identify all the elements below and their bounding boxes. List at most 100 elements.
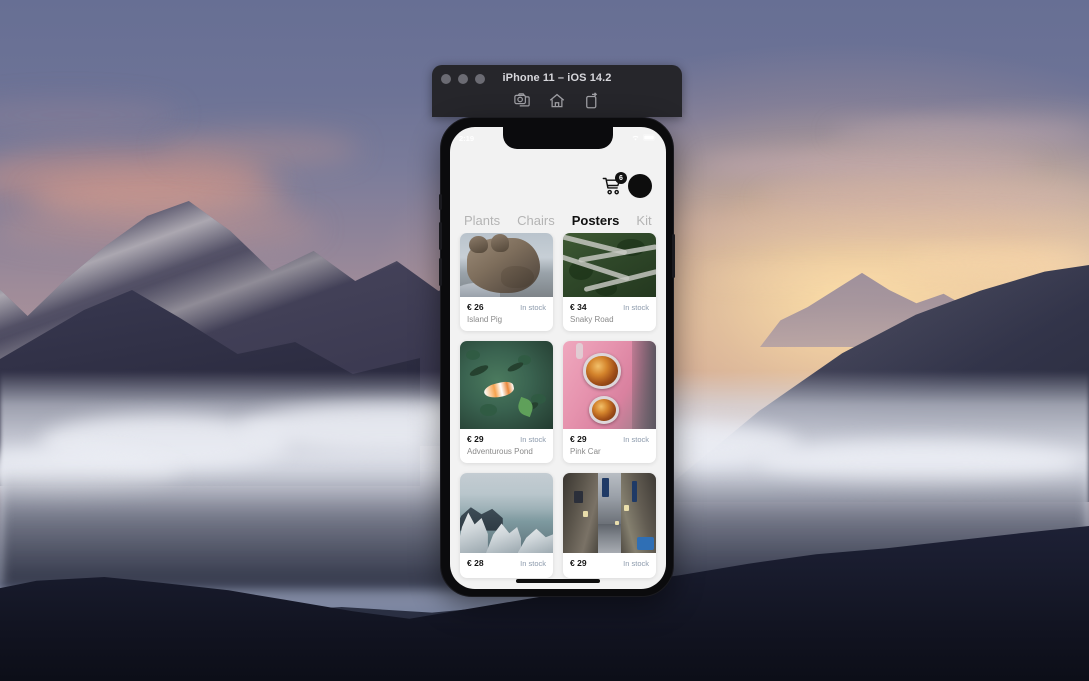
product-thumbnail bbox=[563, 473, 656, 553]
street-sign-2 bbox=[631, 481, 638, 502]
product-stock-status: In stock bbox=[520, 435, 546, 444]
product-stock-status: In stock bbox=[623, 435, 649, 444]
chrome-trim bbox=[576, 342, 584, 359]
lily-pad-3 bbox=[480, 404, 498, 416]
tab-posters[interactable]: Posters bbox=[572, 213, 620, 228]
product-grid: € 26 In stock Island Pig € 34 In stock S… bbox=[450, 233, 666, 589]
car-shadow-side bbox=[631, 341, 656, 429]
header-actions: 6 bbox=[602, 172, 652, 198]
product-price-row: € 29 In stock bbox=[570, 434, 649, 444]
hamburger-menu-icon[interactable] bbox=[464, 185, 482, 188]
product-name: Island Pig bbox=[467, 315, 503, 324]
device-notch bbox=[503, 127, 613, 149]
adventurous-pond-image bbox=[460, 341, 553, 429]
cloud-warm-3 bbox=[660, 215, 1089, 241]
pink-car-image bbox=[563, 341, 656, 429]
product-card[interactable]: € 29 In stock Adventurous Pond bbox=[460, 341, 553, 463]
shop-light-1 bbox=[583, 511, 589, 517]
cloud-pink-4 bbox=[160, 132, 360, 166]
product-price: € 29 bbox=[467, 434, 484, 444]
shop-light-2 bbox=[624, 505, 630, 511]
dark-fish-1 bbox=[468, 363, 491, 379]
city-alley-image bbox=[563, 473, 656, 553]
product-price-row: € 26 In stock bbox=[467, 302, 546, 312]
street-sign-1 bbox=[602, 477, 609, 497]
product-name: Adventurous Pond bbox=[467, 447, 533, 456]
product-stock-status: In stock bbox=[520, 559, 546, 568]
simulator-window-title: iPhone 11 – iOS 14.2 bbox=[502, 72, 612, 84]
shop-light-3 bbox=[615, 521, 619, 525]
silent-switch[interactable] bbox=[439, 194, 442, 210]
product-stock-status: In stock bbox=[623, 559, 649, 568]
product-thumbnail bbox=[460, 341, 553, 429]
tab-plants[interactable]: Plants bbox=[464, 213, 500, 228]
product-name: Snaky Road bbox=[570, 315, 614, 324]
cart-item-count-badge: 6 bbox=[615, 172, 627, 184]
ice-peak-3 bbox=[517, 528, 553, 553]
dark-fish-2 bbox=[505, 360, 524, 374]
cloud-warm-1 bbox=[700, 150, 1040, 180]
app-header-bar: 6 bbox=[450, 165, 666, 207]
home-icon[interactable] bbox=[548, 92, 566, 110]
cloud-warm-4 bbox=[830, 120, 1089, 144]
lily-pad-1 bbox=[465, 349, 481, 361]
status-bar-time: 2:19 bbox=[459, 133, 475, 143]
product-price-row: € 28 In stock bbox=[467, 558, 546, 568]
headlight-small bbox=[589, 395, 619, 424]
iphone-device-frame: 2:19 6 Plants Chairs Posters Kit € 26 In… bbox=[439, 117, 675, 597]
product-info: € 29 In stock Adventurous Pond bbox=[460, 429, 553, 463]
product-card[interactable]: € 34 In stock Snaky Road bbox=[563, 233, 656, 331]
pig-ear-right bbox=[490, 234, 510, 253]
headlight-large bbox=[583, 353, 621, 389]
simulator-titlebar: iPhone 11 – iOS 14.2 bbox=[432, 65, 682, 117]
wifi-icon bbox=[631, 134, 640, 143]
island-pig-image bbox=[460, 233, 553, 297]
product-thumbnail bbox=[460, 473, 553, 553]
product-stock-status: In stock bbox=[623, 303, 649, 312]
pig-snout-shape bbox=[500, 266, 535, 289]
product-info: € 28 In stock bbox=[460, 553, 553, 578]
user-avatar[interactable] bbox=[628, 174, 652, 198]
tab-chairs[interactable]: Chairs bbox=[517, 213, 555, 228]
category-tab-bar: Plants Chairs Posters Kit bbox=[450, 207, 666, 233]
iphone-screen: 2:19 6 Plants Chairs Posters Kit € 26 In… bbox=[450, 127, 666, 589]
power-button[interactable] bbox=[672, 234, 675, 278]
product-info: € 29 In stock Pink Car bbox=[563, 429, 656, 463]
shopping-cart-button[interactable]: 6 bbox=[602, 172, 627, 196]
volume-down-button[interactable] bbox=[439, 258, 442, 286]
pig-ear-left bbox=[469, 235, 488, 254]
status-bar-indicators bbox=[631, 133, 657, 143]
ios-simulator-window: iPhone 11 – iOS 14.2 2:19 6 Plants Chair… bbox=[432, 65, 682, 605]
product-info: € 34 In stock Snaky Road bbox=[563, 297, 656, 331]
building-left bbox=[563, 473, 599, 553]
cloud-warm-5 bbox=[900, 250, 1089, 268]
battery-icon bbox=[643, 133, 657, 143]
product-name: Pink Car bbox=[570, 447, 601, 456]
road-segment-4 bbox=[583, 268, 656, 292]
product-price: € 29 bbox=[570, 558, 587, 568]
rotate-icon[interactable] bbox=[583, 92, 601, 110]
tab-kitchen[interactable]: Kit bbox=[636, 213, 651, 228]
product-price: € 34 bbox=[570, 302, 587, 312]
simulator-toolbar bbox=[432, 92, 682, 110]
product-stock-status: In stock bbox=[520, 303, 546, 312]
product-thumbnail bbox=[563, 341, 656, 429]
product-thumbnail bbox=[460, 233, 553, 297]
product-info: € 29 In stock bbox=[563, 553, 656, 578]
volume-up-button[interactable] bbox=[439, 222, 442, 250]
snaky-road-image bbox=[563, 233, 656, 297]
product-card[interactable]: € 29 In stock Pink Car bbox=[563, 341, 656, 463]
product-card[interactable]: € 28 In stock bbox=[460, 473, 553, 578]
product-thumbnail bbox=[563, 233, 656, 297]
screenshot-icon[interactable] bbox=[513, 92, 531, 110]
product-info: € 26 In stock Island Pig bbox=[460, 297, 553, 331]
ice-coast-image bbox=[460, 473, 553, 553]
product-price: € 28 bbox=[467, 558, 484, 568]
home-indicator[interactable] bbox=[516, 579, 600, 583]
street-sign-3 bbox=[574, 490, 583, 504]
product-price-row: € 34 In stock bbox=[570, 302, 649, 312]
product-card[interactable]: € 29 In stock bbox=[563, 473, 656, 578]
product-price: € 26 bbox=[467, 302, 484, 312]
product-card[interactable]: € 26 In stock Island Pig bbox=[460, 233, 553, 331]
koi-fish bbox=[483, 380, 516, 401]
